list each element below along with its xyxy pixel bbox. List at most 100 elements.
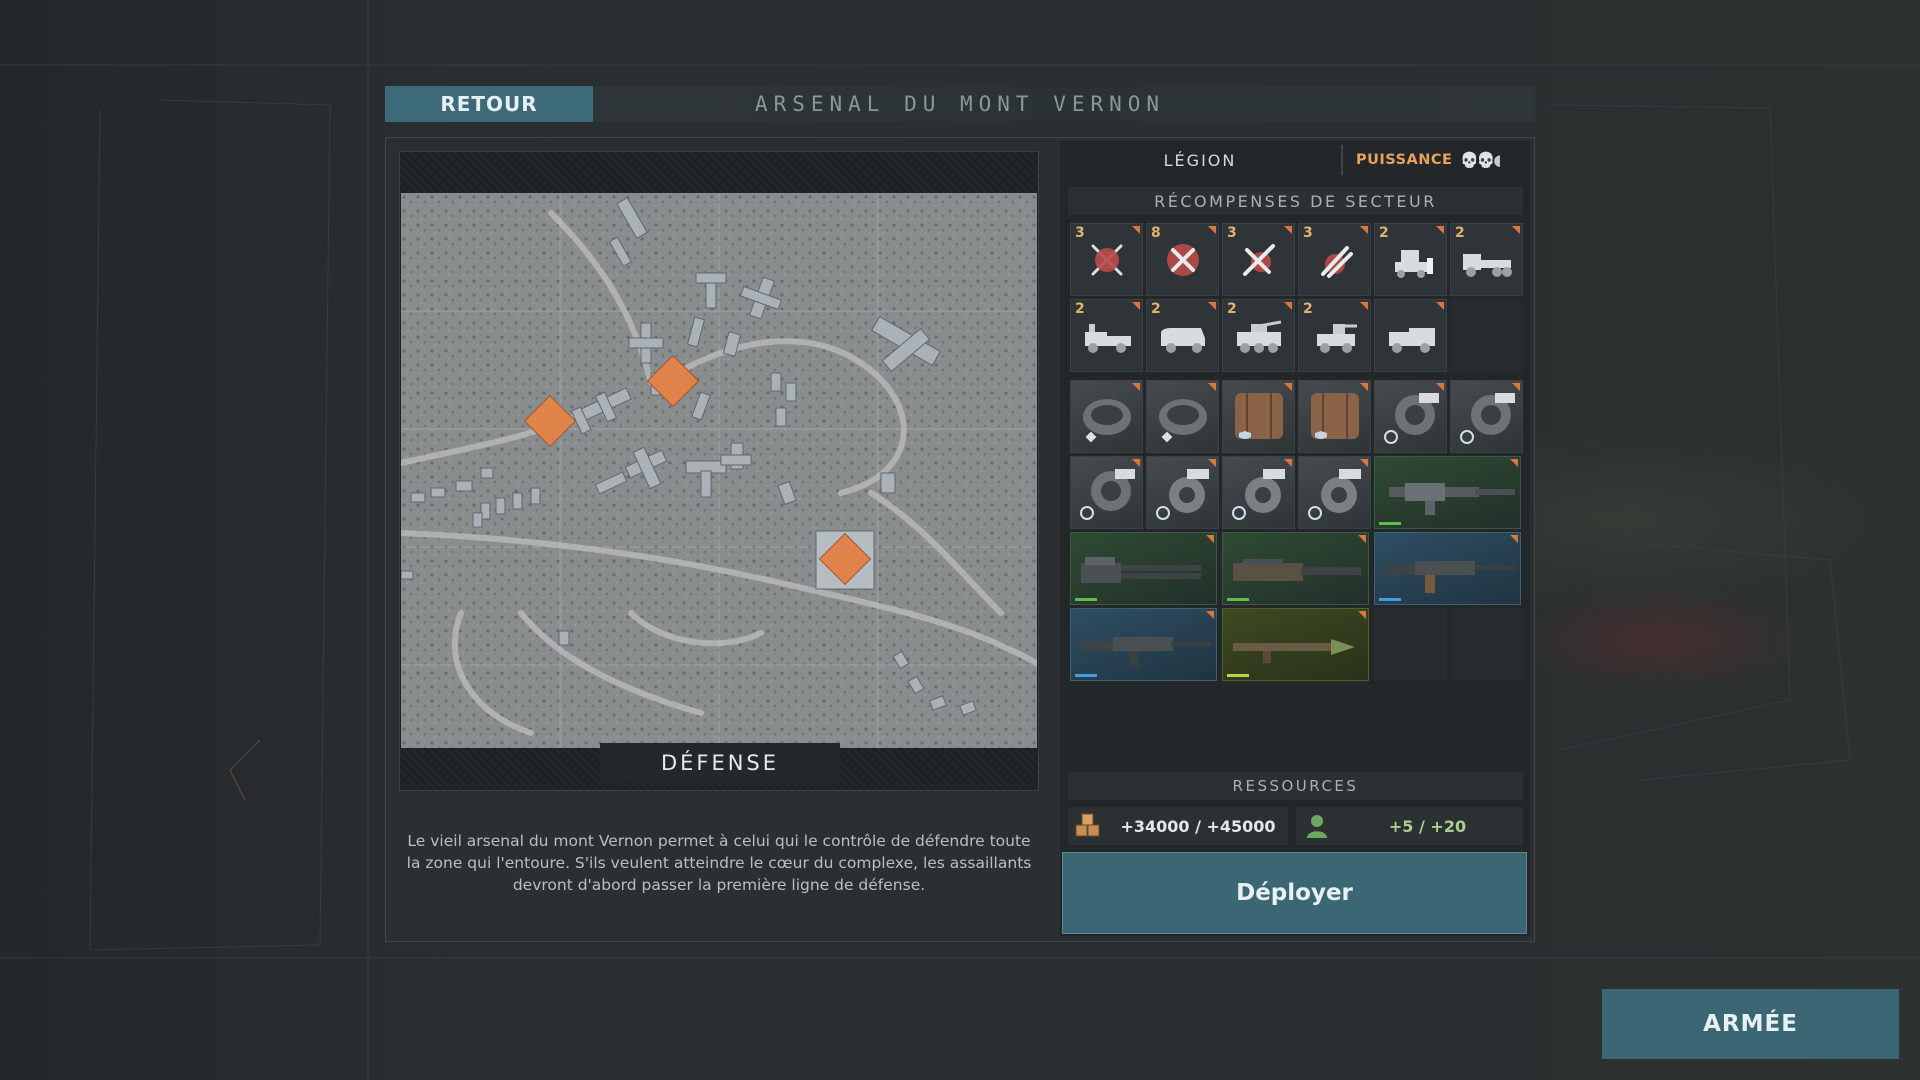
mode-label: DÉFENSE <box>600 743 840 783</box>
supply-crates-icon <box>1075 813 1100 837</box>
engine-part-icon <box>1080 469 1135 520</box>
soldier-icon <box>1307 815 1327 838</box>
turbo-part-icon <box>1156 469 1209 520</box>
empty-slot <box>1450 299 1523 372</box>
rarity-bar <box>1379 522 1401 525</box>
reward-quantity: 2 <box>1455 225 1465 241</box>
part-tile[interactable] <box>1298 380 1371 453</box>
empty-slot <box>1374 608 1447 681</box>
weapon-tile[interactable] <box>1222 532 1369 605</box>
new-indicator-icon <box>1132 459 1140 467</box>
new-indicator-icon <box>1206 611 1214 619</box>
cabin-part-icon <box>1159 399 1207 443</box>
power-label: PUISSANCE <box>1356 152 1453 168</box>
rarity-bar <box>1227 674 1249 677</box>
rewards-header: RÉCOMPENSES DE SECTEUR <box>1068 187 1523 215</box>
minigun-icon <box>1081 557 1201 583</box>
sector-description: Le vieil arsenal du mont Vernon permet à… <box>406 832 1032 894</box>
reward-tile[interactable]: 3 <box>1298 223 1371 296</box>
sector-title: ARSENAL DU MONT VERNON <box>754 92 1166 116</box>
power-skulls-icon: 💀💀◖ <box>1460 151 1501 169</box>
weapon-tile[interactable] <box>1374 532 1521 605</box>
reward-quantity: 8 <box>1151 225 1161 241</box>
weapon-tile[interactable] <box>1070 532 1217 605</box>
part-tile[interactable] <box>1146 456 1219 529</box>
part-tile[interactable] <box>1450 380 1523 453</box>
new-indicator-icon <box>1284 383 1292 391</box>
turbo-part-icon <box>1232 469 1285 520</box>
reward-tile[interactable]: 2 <box>1298 299 1371 372</box>
reward-tile[interactable]: 3 <box>1070 223 1143 296</box>
autocannon-icon <box>1233 559 1361 581</box>
new-indicator-icon <box>1360 383 1368 391</box>
armor-plate-icon <box>1311 393 1359 439</box>
reward-quantity: 3 <box>1227 225 1237 241</box>
resources-header: RESSOURCES <box>1068 772 1523 800</box>
reward-tile[interactable]: 8 <box>1146 223 1219 296</box>
map-frame-top <box>400 152 1038 194</box>
new-indicator-icon <box>1208 383 1216 391</box>
part-tile[interactable] <box>1222 380 1295 453</box>
new-indicator-icon <box>1208 459 1216 467</box>
reward-quantity: 2 <box>1227 301 1237 317</box>
new-indicator-icon <box>1284 226 1292 234</box>
weapon-tile[interactable] <box>1070 608 1217 681</box>
armor-plate-icon <box>1235 393 1283 439</box>
rarity-bar <box>1227 598 1249 601</box>
empty-slot <box>1450 608 1523 681</box>
new-indicator-icon <box>1436 226 1444 234</box>
tab-divider <box>1341 145 1343 175</box>
new-indicator-icon <box>1436 383 1444 391</box>
part-tile[interactable] <box>1298 456 1371 529</box>
assault-rifle-icon <box>1385 561 1515 593</box>
new-indicator-icon <box>1206 535 1214 543</box>
reward-tile[interactable]: 3 <box>1222 223 1295 296</box>
sector-map[interactable] <box>401 193 1037 748</box>
part-tile[interactable] <box>1070 380 1143 453</box>
new-indicator-icon <box>1510 459 1518 467</box>
deploy-button[interactable]: Déployer <box>1062 852 1527 934</box>
new-indicator-icon <box>1360 226 1368 234</box>
reward-tile[interactable]: 2 <box>1374 223 1447 296</box>
rarity-bar <box>1379 598 1401 601</box>
new-indicator-icon <box>1132 302 1140 310</box>
weapon-tile[interactable] <box>1222 608 1369 681</box>
part-tile[interactable] <box>1374 380 1447 453</box>
manpower-value: +5 / +20 <box>1388 816 1467 836</box>
new-indicator-icon <box>1360 302 1368 310</box>
part-tile[interactable] <box>1070 456 1143 529</box>
reward-tile[interactable]: 2 <box>1450 223 1523 296</box>
new-indicator-icon <box>1132 226 1140 234</box>
turbo-part-icon <box>1308 469 1361 520</box>
engine-part-icon <box>1460 393 1515 444</box>
rarity-bar <box>1075 674 1097 677</box>
reward-quantity: 3 <box>1303 225 1313 241</box>
weapon-tile[interactable] <box>1374 456 1521 529</box>
new-indicator-icon <box>1132 383 1140 391</box>
heavy-cannon-icon <box>1389 483 1515 515</box>
army-button[interactable]: ARMÉE <box>1602 989 1899 1059</box>
faction-tab[interactable]: LÉGION <box>1060 141 1340 179</box>
reward-tile[interactable]: 2 <box>1146 299 1219 372</box>
new-indicator-icon <box>1284 302 1292 310</box>
new-indicator-icon <box>1284 459 1292 467</box>
back-button[interactable]: RETOUR <box>385 86 593 122</box>
part-tile[interactable] <box>1146 380 1219 453</box>
new-indicator-icon <box>1358 535 1366 543</box>
reward-quantity: 3 <box>1075 225 1085 241</box>
part-tile[interactable] <box>1222 456 1295 529</box>
reward-quantity: 2 <box>1151 301 1161 317</box>
reward-tile[interactable]: 2 <box>1222 299 1295 372</box>
rarity-bar <box>1075 598 1097 601</box>
reward-tile[interactable]: 2 <box>1070 299 1143 372</box>
rocket-launcher-icon <box>1233 639 1355 663</box>
cabin-part-icon <box>1083 399 1131 443</box>
new-indicator-icon <box>1436 302 1444 310</box>
new-indicator-icon <box>1208 226 1216 234</box>
new-indicator-icon <box>1510 535 1518 543</box>
utility-truck-icon <box>1389 328 1435 353</box>
reward-tile[interactable] <box>1374 299 1447 372</box>
reward-quantity: 2 <box>1303 301 1313 317</box>
engine-part-icon <box>1384 393 1439 444</box>
reward-quantity: 2 <box>1379 225 1389 241</box>
